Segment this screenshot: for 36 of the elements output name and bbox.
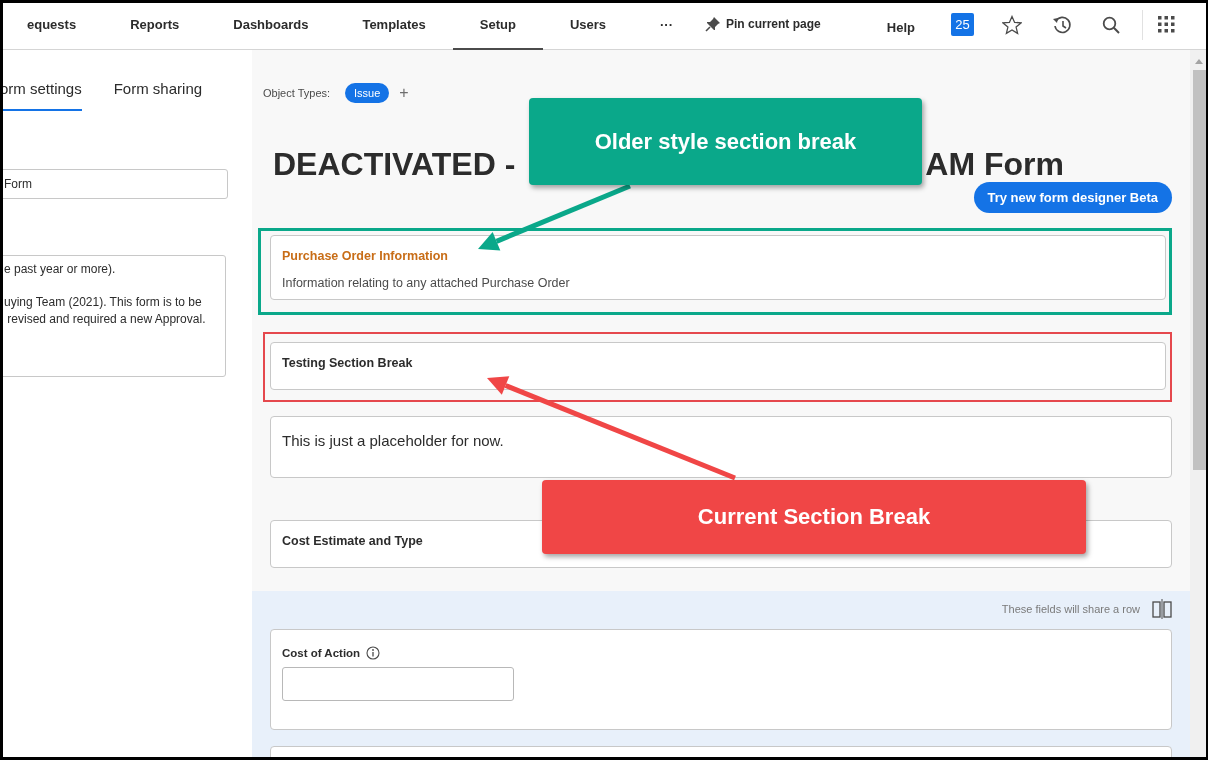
object-types-label: Object Types: bbox=[263, 87, 331, 99]
annotation-callout: Current Section Break bbox=[542, 480, 1086, 554]
form-designer-button[interactable]: Try new form designer Beta bbox=[973, 182, 1172, 213]
pin-icon bbox=[705, 15, 721, 32]
section-title: Testing Section Break bbox=[282, 356, 413, 370]
panel-tab[interactable]: Form sharing bbox=[113, 76, 203, 111]
form-title: DEACTIVATED - bbox=[273, 148, 516, 180]
section-title: Purchase Order Information bbox=[282, 249, 448, 263]
object-type-tag[interactable]: Issue bbox=[345, 83, 390, 103]
scrollbar-thumb[interactable] bbox=[1192, 70, 1206, 470]
help-link[interactable]: Help bbox=[886, 20, 915, 35]
annotation-callout: Older style section break bbox=[529, 98, 922, 185]
share-row-hint: These fields will share a row bbox=[1001, 603, 1140, 615]
text-block: This is just a placeholder for now. bbox=[270, 416, 1172, 478]
columns-icon[interactable] bbox=[1152, 599, 1172, 619]
add-object-type-button[interactable]: + bbox=[399, 84, 409, 102]
name-field[interactable]: Form bbox=[0, 169, 228, 199]
field-label: Cost of Action bbox=[282, 647, 361, 659]
apps-grid-icon[interactable] bbox=[1158, 16, 1175, 33]
nav-tab[interactable]: Reports bbox=[103, 0, 207, 50]
section-title: Cost Estimate and Type bbox=[282, 534, 423, 548]
more-menu[interactable]: ··· bbox=[633, 0, 700, 50]
star-icon[interactable] bbox=[1002, 14, 1022, 35]
history-icon[interactable] bbox=[1052, 14, 1072, 35]
search-icon[interactable] bbox=[1102, 15, 1120, 34]
nav-tab[interactable]: Users bbox=[542, 0, 633, 50]
nav-tab[interactable]: equests bbox=[0, 0, 104, 50]
form-title: AM Form bbox=[925, 148, 1064, 180]
description-field[interactable]: e past year or more). uying Team (2021). This form is to be revised and required a new Approval. bbox=[0, 255, 226, 377]
nav-tab[interactable]: Templates bbox=[335, 0, 453, 50]
input-field[interactable] bbox=[282, 667, 514, 701]
info-icon[interactable] bbox=[366, 646, 381, 660]
notification-badge[interactable]: 25 bbox=[951, 13, 974, 36]
section-description: Information relating to any attached Purchase Order bbox=[282, 276, 570, 290]
pin-page-button[interactable]: Pin current page bbox=[705, 0, 821, 49]
nav-tab[interactable]: Dashboards bbox=[206, 0, 336, 50]
